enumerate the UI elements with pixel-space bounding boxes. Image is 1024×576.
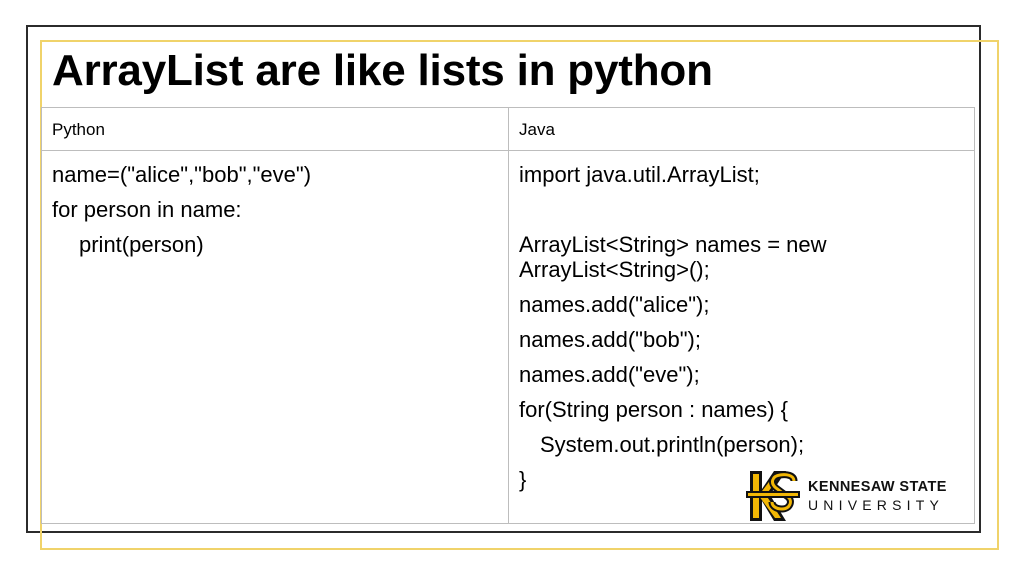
header-java: Java	[508, 107, 975, 151]
code-line: import java.util.ArrayList;	[519, 162, 760, 187]
table-body-row: name=("alice","bob","eve") for person in…	[41, 150, 975, 524]
code-line: for(String person : names) {	[519, 397, 789, 422]
java-code-cell: import java.util.ArrayList; ArrayList<St…	[508, 150, 975, 524]
logo-text-line2: UNIVERSITY	[808, 497, 945, 514]
logo-text-line1: KENNESAW STATE	[808, 478, 947, 495]
code-line: names.add("eve");	[519, 362, 700, 387]
python-code-cell: name=("alice","bob","eve") for person in…	[41, 150, 509, 524]
table-header-row: Python Java	[41, 107, 975, 151]
ksu-monogram-icon	[746, 471, 800, 521]
university-logo: KENNESAW STATE UNIVERSITY	[746, 469, 966, 523]
code-line: print(person)	[79, 232, 204, 257]
comparison-table: Python Java name=("alice","bob","eve") f…	[41, 107, 975, 524]
code-line: System.out.println(person);	[540, 432, 805, 457]
code-line: name=("alice","bob","eve")	[52, 162, 312, 187]
code-line: for person in name:	[52, 197, 242, 222]
code-line: names.add("alice");	[519, 292, 710, 317]
slide-title: ArrayList are like lists in python	[52, 46, 713, 95]
code-line: ArrayList<String> names = new ArrayList<…	[519, 232, 827, 282]
header-python: Python	[41, 107, 509, 151]
code-line: names.add("bob");	[519, 327, 701, 352]
